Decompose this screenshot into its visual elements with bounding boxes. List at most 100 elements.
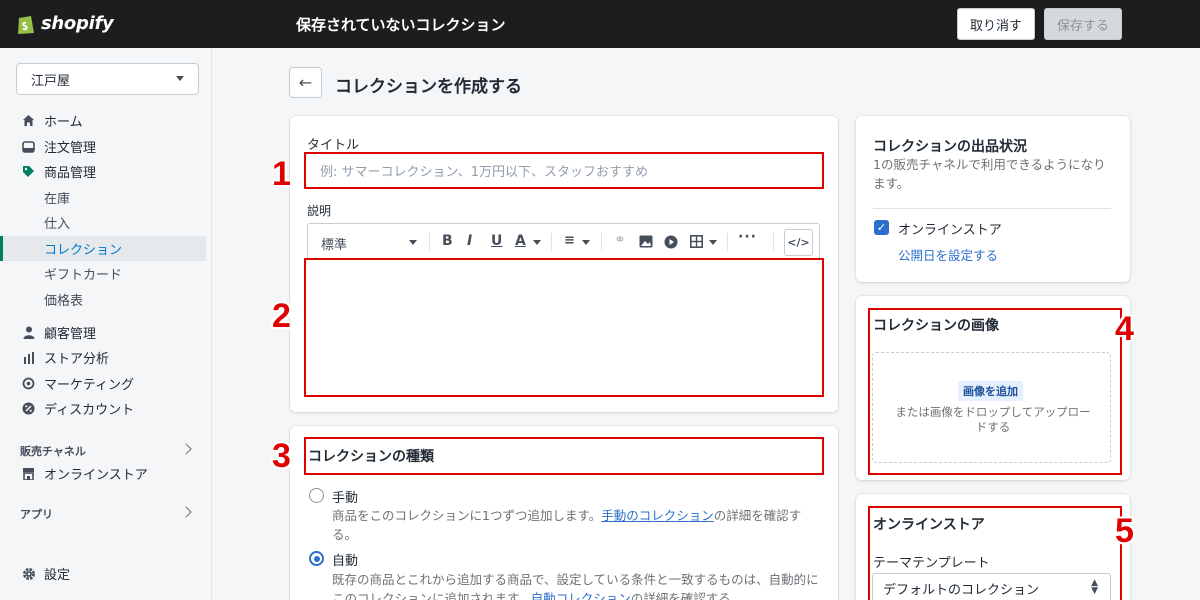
divider — [873, 208, 1111, 209]
store-icon — [21, 466, 36, 481]
sidebar-item-label: ストア分析 — [44, 352, 110, 367]
auto-label: 自動 — [332, 554, 359, 569]
sidebar-item-marketing[interactable]: マーケティング — [0, 371, 206, 396]
sidebar-item-purchase[interactable]: 仕入 — [0, 210, 206, 235]
sidebar-item-gift-cards[interactable]: ギフトカード — [0, 261, 206, 286]
sidebar-item-home[interactable]: ホーム — [0, 108, 206, 133]
sidebar-item-products[interactable]: 商品管理 — [0, 159, 206, 184]
sidebar-item-label: 仕入 — [44, 217, 71, 232]
title-label: タイトル — [307, 138, 360, 153]
annotation-number-2: 2 — [272, 297, 291, 335]
online-store-title: オンラインストア — [873, 517, 985, 533]
caret-down-icon — [176, 76, 184, 81]
image-icon[interactable] — [639, 235, 653, 248]
sidebar-item-online-store[interactable]: オンラインストア — [0, 461, 206, 486]
align-icon[interactable]: ≡ — [564, 233, 575, 248]
discount-icon — [21, 401, 36, 416]
sidebar-item-analytics[interactable]: ストア分析 — [0, 345, 206, 370]
link-icon[interactable]: ⚭ — [614, 232, 626, 248]
channel-label: オンラインストア — [898, 223, 1002, 238]
collection-image-title: コレクションの画像 — [873, 318, 999, 334]
manual-radio[interactable] — [309, 488, 324, 503]
availability-title: コレクションの出品状況 — [873, 139, 1027, 155]
auto-radio[interactable] — [309, 551, 324, 566]
gear-icon — [21, 566, 36, 581]
sidebar-item-label: 商品管理 — [44, 166, 97, 181]
caret-down-icon — [533, 240, 541, 245]
code-view-button[interactable]: </> — [784, 229, 813, 256]
table-icon[interactable] — [690, 235, 703, 248]
apps-heading: アプリ — [20, 508, 53, 521]
sidebar-item-label: マーケティング — [44, 378, 134, 393]
top-bar: shopify 保存されていないコレクション 取り消す 保存する — [0, 0, 1200, 48]
store-selector[interactable]: 江戸屋 — [16, 63, 199, 95]
sidebar-item-discounts[interactable]: ディスカウント — [0, 396, 206, 421]
sidebar-item-settings[interactable]: 設定 — [0, 561, 206, 586]
sidebar-item-label: 価格表 — [44, 294, 84, 309]
underline-icon[interactable]: U — [491, 233, 502, 249]
logo-text: shopify — [41, 13, 114, 34]
description-label: 説明 — [307, 204, 332, 218]
sidebar-item-inventory[interactable]: 在庫 — [0, 185, 206, 210]
sidebar-item-label: 在庫 — [44, 192, 71, 207]
template-label: テーマテンプレート — [873, 556, 990, 571]
toolbar-divider — [773, 233, 774, 251]
caret-down-icon — [582, 240, 590, 245]
sidebar-item-label: 顧客管理 — [44, 327, 97, 342]
tag-icon — [21, 164, 36, 179]
help-text: の詳細を確認する。 — [630, 591, 744, 600]
title-input[interactable]: 例: サマーコレクション、1万円以下、スタッフおすすめ — [305, 153, 823, 188]
bold-icon[interactable]: B — [442, 233, 453, 249]
video-icon[interactable] — [664, 235, 678, 249]
annotation-number-1: 1 — [272, 155, 291, 193]
text-color-icon[interactable]: A — [515, 233, 526, 249]
template-value: デフォルトのコレクション — [883, 582, 1040, 598]
annotation-number-5: 5 — [1115, 512, 1134, 550]
online-store-checkbox[interactable]: ✓ — [874, 220, 889, 235]
manual-collection-link[interactable]: 手動のコレクション — [601, 508, 714, 523]
rich-text-toolbar: 標準 B I U A ≡ ⚭ ··· </> — [307, 223, 820, 260]
description-editor[interactable] — [305, 259, 823, 396]
sidebar-item-customers[interactable]: 顧客管理 — [0, 320, 206, 345]
sidebar-item-orders[interactable]: 注文管理 — [0, 134, 206, 159]
sidebar-item-price-lists[interactable]: 価格表 — [0, 287, 206, 312]
shopify-logo[interactable]: shopify — [16, 12, 114, 35]
sidebar-item-label: 注文管理 — [44, 141, 97, 156]
back-button[interactable]: ← — [289, 67, 322, 98]
auto-collection-link[interactable]: 自動コレクション — [531, 591, 631, 600]
auto-help-text: 既存の商品とこれから追加する商品で、設定している条件と一致するものは、自動的に … — [332, 570, 832, 600]
store-name: 江戸屋 — [31, 73, 71, 89]
page-title: コレクションを作成する — [335, 77, 522, 97]
sidebar-item-collections[interactable]: コレクション — [0, 236, 206, 261]
sidebar-item-label: ギフトカード — [44, 268, 123, 283]
manual-help-text: 商品をこのコレクションに1つずつ追加します。手動のコレクションの詳細を確認する。 — [332, 506, 812, 544]
theme-template-select[interactable]: デフォルトのコレクション ▲ ▼ — [872, 573, 1111, 600]
annotation-number-3: 3 — [272, 437, 291, 475]
add-image-button[interactable]: 画像を追加 — [958, 381, 1023, 401]
availability-description: 1の販売チャネルで利用できるようになります。 — [873, 157, 1106, 191]
schedule-link[interactable]: 公開日を設定する — [898, 245, 998, 264]
help-text: 既存の商品とこれから追加する商品で、設定している条件と一致するものは、自動的に — [332, 572, 819, 587]
help-text: 商品をこのコレクションに1つずつ追加します。 — [332, 508, 602, 523]
unsaved-title: 保存されていないコレクション — [296, 16, 506, 34]
sidebar-item-label: ホーム — [44, 115, 83, 130]
caret-down-icon — [409, 240, 417, 245]
sidebar-item-label: オンラインストア — [44, 468, 148, 483]
format-select[interactable]: 標準 — [321, 234, 347, 253]
target-icon — [21, 376, 36, 391]
more-icon[interactable]: ··· — [738, 229, 757, 245]
italic-icon[interactable]: I — [467, 233, 472, 249]
drop-hint: または画像をドロップしてアップロードする — [895, 405, 1091, 434]
select-arrows-icon: ▲ ▼ — [1091, 578, 1098, 596]
discard-button[interactable]: 取り消す — [957, 8, 1035, 40]
toolbar-divider — [727, 233, 728, 251]
bar-chart-icon — [21, 350, 36, 365]
inbox-icon — [21, 139, 36, 154]
collection-type-title: コレクションの種類 — [308, 449, 434, 465]
toolbar-divider — [551, 233, 552, 251]
save-button[interactable]: 保存する — [1044, 8, 1122, 40]
manual-label: 手動 — [332, 491, 359, 506]
help-text: このコレクションに追加されます。 — [332, 591, 531, 600]
sidebar-item-label: コレクション — [44, 243, 123, 258]
home-icon — [21, 113, 36, 128]
